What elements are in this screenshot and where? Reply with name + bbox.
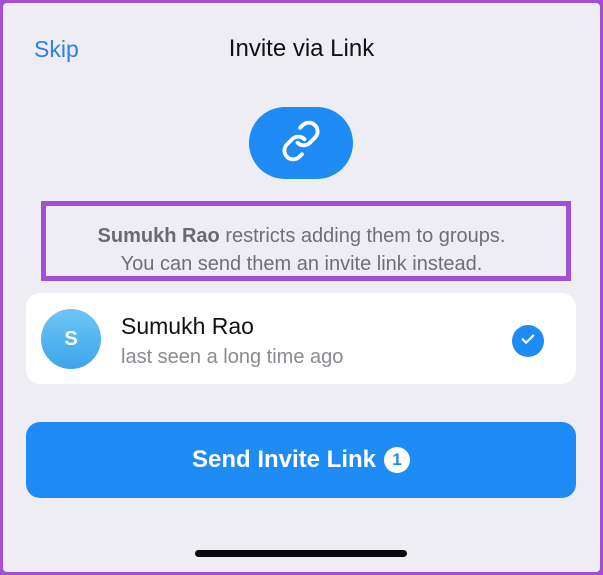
contact-row[interactable]: S Sumukh Rao last seen a long time ago <box>26 293 576 384</box>
avatar-initial: S <box>64 327 78 350</box>
page-title: Invite via Link <box>228 35 375 62</box>
link-icon <box>280 120 322 167</box>
contact-name: Sumukh Rao <box>121 313 254 339</box>
selected-count-badge: 1 <box>384 447 411 473</box>
link-badge <box>249 107 353 179</box>
invite-sheet: Skip Invite via Link Sumukh Rao restrict… <box>3 3 600 572</box>
contact-status: last seen a long time ago <box>121 346 344 368</box>
notice-line-2: You can send them an invite link instead… <box>120 253 483 275</box>
selection-checkbox[interactable] <box>512 325 544 357</box>
notice-contact-name: Sumukh Rao <box>97 225 220 247</box>
home-indicator <box>195 550 407 557</box>
notice-line-1-rest: restricts adding them to groups. <box>219 225 506 247</box>
send-invite-link-label: Send Invite Link <box>191 446 377 473</box>
restriction-notice: Sumukh Rao restricts adding them to grou… <box>3 222 600 278</box>
notice-line-1: Sumukh Rao restricts adding them to grou… <box>3 222 600 250</box>
avatar: S <box>41 309 101 369</box>
send-invite-link-button[interactable]: Send Invite Link 1 <box>26 422 576 498</box>
checkmark-icon <box>519 330 537 353</box>
